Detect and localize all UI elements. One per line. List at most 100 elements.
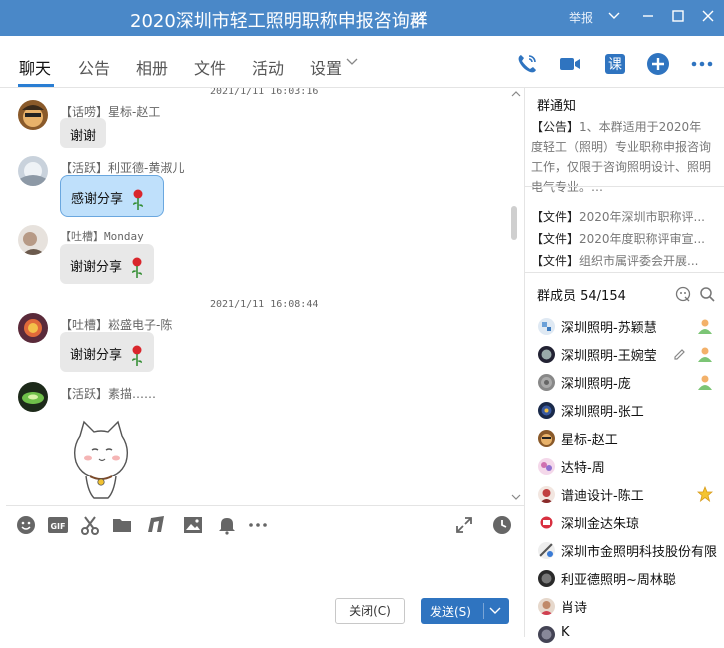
- star-icon: [697, 486, 713, 502]
- rose-emoji-icon: [132, 345, 143, 366]
- tab-album[interactable]: 相册: [136, 55, 168, 79]
- avatar: [538, 570, 555, 587]
- file-name: 组织市属评委会开展...: [579, 254, 699, 268]
- avatar: [538, 598, 555, 615]
- member-item[interactable]: 深圳照明-王婉莹: [525, 340, 724, 368]
- member-name: 深圳照明-王婉莹: [561, 349, 657, 364]
- file-tag: 【文件】: [531, 254, 580, 268]
- tab-settings[interactable]: 设置: [310, 55, 342, 79]
- divider: [525, 272, 724, 273]
- file-item[interactable]: 【文件】2020年深圳市职称评...: [531, 208, 721, 225]
- scissors-icon[interactable]: [80, 515, 100, 535]
- chat-scrollbar[interactable]: [511, 206, 517, 240]
- member-item[interactable]: 达特-周: [525, 452, 724, 480]
- avatar[interactable]: [18, 100, 48, 130]
- avatar: [538, 374, 555, 391]
- rose-emoji-icon: [133, 189, 144, 210]
- video-call-icon[interactable]: [558, 52, 582, 76]
- active-tab-indicator: [18, 84, 54, 87]
- member-item[interactable]: 星标-赵工: [525, 424, 724, 452]
- tab-activity[interactable]: 活动: [252, 55, 284, 79]
- tab-chat[interactable]: 聊天: [19, 55, 51, 79]
- file-tag: 【文件】: [531, 232, 580, 246]
- member-item[interactable]: 利亚德照明~周林聪: [525, 564, 724, 592]
- member-item[interactable]: 肖诗: [525, 592, 724, 620]
- message-bubble[interactable]: 谢谢: [60, 118, 107, 148]
- history-icon[interactable]: [492, 515, 512, 535]
- gif-icon[interactable]: GIF: [48, 515, 68, 535]
- maximize-icon[interactable]: [670, 8, 686, 24]
- chevron-down-icon[interactable]: [489, 607, 501, 615]
- member-item[interactable]: 深圳金达朱琼: [525, 508, 724, 536]
- message-text: 感谢分享: [71, 192, 124, 207]
- music-icon[interactable]: [147, 515, 167, 535]
- send-button-divider: [483, 603, 484, 619]
- scroll-up-icon[interactable]: [511, 90, 521, 97]
- rose-emoji-icon: [132, 257, 143, 278]
- member-name: 深圳照明-庞: [561, 377, 631, 392]
- member-name: 达特-周: [561, 461, 605, 476]
- minimize-icon[interactable]: [640, 8, 656, 24]
- settings-chevron-down-icon[interactable]: [346, 58, 358, 66]
- expand-icon[interactable]: [454, 515, 474, 535]
- message-text: 谢谢分享: [70, 348, 123, 363]
- image-icon[interactable]: [183, 515, 203, 535]
- bell-icon[interactable]: [217, 515, 237, 535]
- divider: [525, 186, 724, 187]
- face-manage-icon[interactable]: [675, 286, 691, 302]
- search-icon[interactable]: [699, 286, 715, 302]
- emoji-icon[interactable]: [16, 515, 36, 535]
- close-button[interactable]: 关闭(C): [335, 598, 405, 624]
- member-item[interactable]: K: [525, 620, 724, 648]
- message-bubble[interactable]: 感谢分享: [60, 175, 164, 217]
- message-text: 谢谢分享: [70, 260, 123, 275]
- add-icon[interactable]: [646, 52, 670, 76]
- avatar: [538, 458, 555, 475]
- file-name: 2020年深圳市职称评...: [579, 210, 705, 224]
- member-name: 深圳照明-张工: [561, 405, 644, 420]
- phone-call-icon[interactable]: [515, 52, 539, 76]
- message-sender[interactable]: 【吐槽】崧盛电子-陈: [60, 316, 172, 333]
- avatar[interactable]: [18, 225, 48, 255]
- scroll-down-icon[interactable]: [511, 494, 521, 501]
- member-name: 肖诗: [561, 601, 588, 616]
- avatar: [538, 430, 555, 447]
- message-sender[interactable]: 【活跃】素描……: [60, 385, 156, 402]
- member-name: 深圳市金照明科技股份有限公司: [561, 545, 717, 560]
- chat-message-area[interactable]: 2021/1/11 16:03:16 【话唠】星标-赵工 谢谢 【活跃】利亚德-…: [6, 88, 524, 504]
- edit-title-icon[interactable]: [412, 8, 428, 24]
- dropdown-icon[interactable]: [606, 8, 622, 24]
- member-item[interactable]: 谱迪设计-陈工: [525, 480, 724, 508]
- admin-icon: [698, 375, 712, 390]
- close-icon[interactable]: [700, 8, 716, 24]
- message-bubble[interactable]: 谢谢分享: [60, 332, 155, 372]
- member-item[interactable]: 深圳照明-庞: [525, 368, 724, 396]
- message-sender[interactable]: 【活跃】利亚德-黄淑儿: [60, 159, 184, 176]
- member-item[interactable]: 深圳照明-苏颖慧: [525, 312, 724, 340]
- member-item[interactable]: 深圳照明-张工: [525, 396, 724, 424]
- folder-icon[interactable]: [112, 515, 132, 535]
- message-sender[interactable]: 【吐槽】Monday: [60, 228, 144, 244]
- file-name: 2020年度职称评审宣...: [579, 232, 705, 246]
- avatar: [538, 402, 555, 419]
- member-name: K: [561, 625, 570, 640]
- report-button[interactable]: 举报: [569, 9, 593, 26]
- file-item[interactable]: 【文件】2020年度职称评审宣...: [531, 230, 721, 247]
- file-item[interactable]: 【文件】组织市属评委会开展...: [531, 252, 721, 269]
- course-icon[interactable]: 课: [603, 52, 627, 76]
- message-bubble[interactable]: 谢谢分享: [60, 244, 155, 284]
- edit-icon[interactable]: [673, 347, 687, 361]
- avatar[interactable]: [18, 382, 48, 412]
- course-icon-label: 课: [608, 57, 622, 73]
- more-icon[interactable]: [690, 52, 714, 76]
- group-notice[interactable]: 【公告】1、本群适用于2020年度轻工（照明）专业职称申报咨询工作，仅限于咨询照…: [531, 117, 713, 197]
- more-icon[interactable]: [248, 515, 268, 535]
- gif-icon-label: GIF: [50, 522, 65, 531]
- member-item[interactable]: 深圳市金照明科技股份有限公司: [525, 536, 724, 564]
- tab-announcement[interactable]: 公告: [78, 55, 110, 79]
- send-button[interactable]: 发送(S): [421, 598, 509, 624]
- cat-sticker[interactable]: [68, 418, 134, 500]
- avatar[interactable]: [18, 156, 48, 186]
- avatar[interactable]: [18, 313, 48, 343]
- tab-files[interactable]: 文件: [194, 55, 226, 79]
